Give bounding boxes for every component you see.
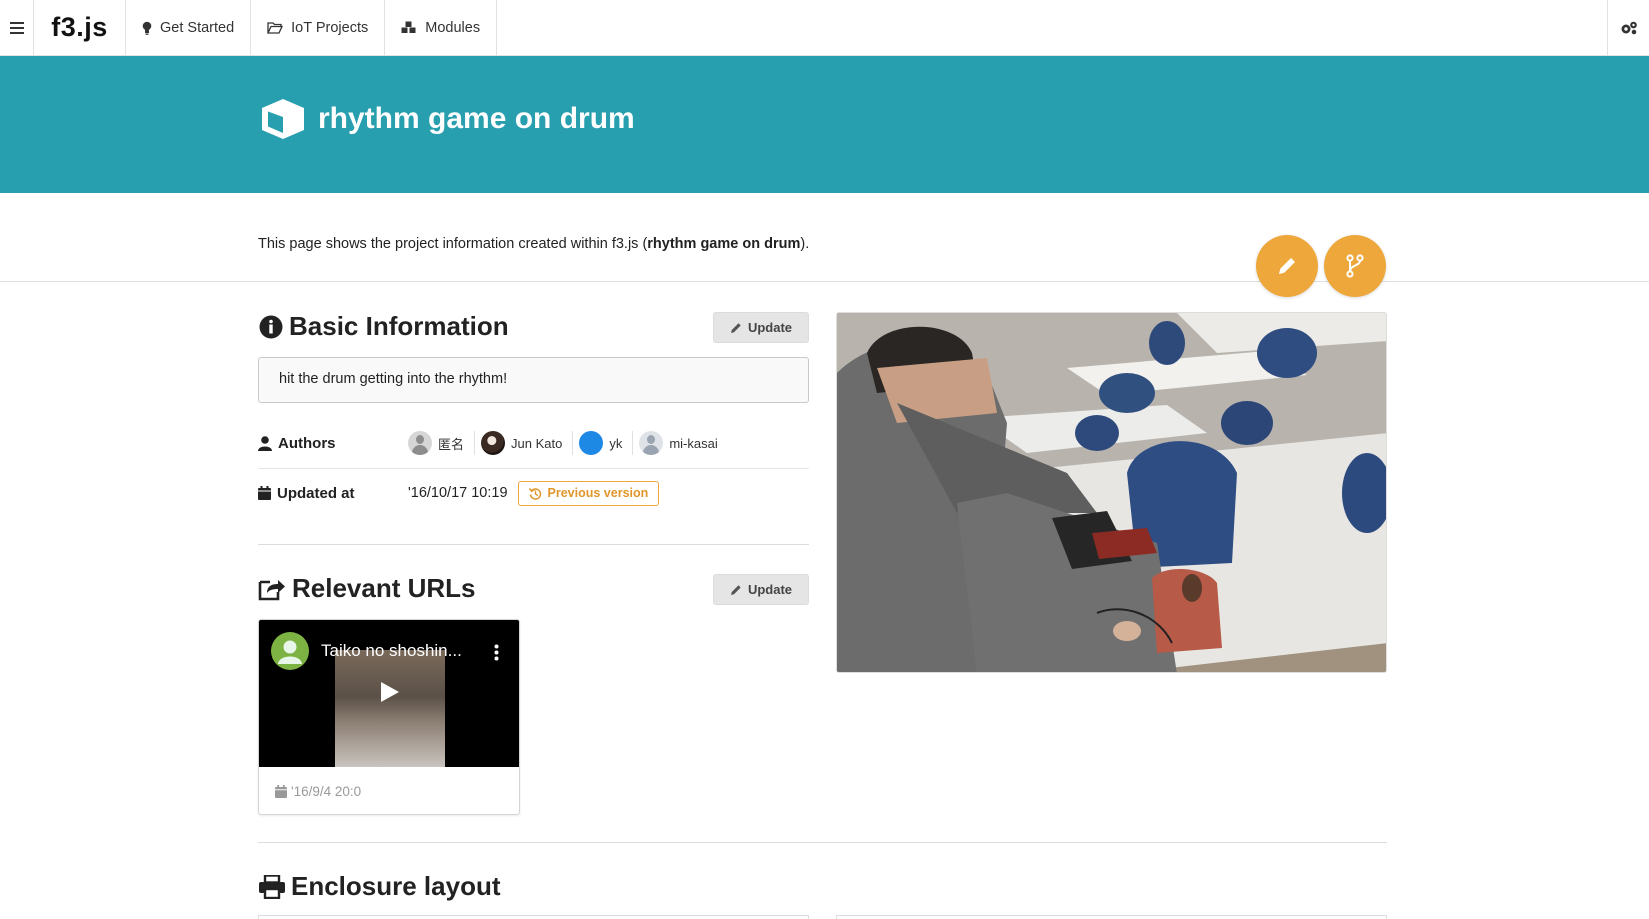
user-icon xyxy=(258,435,272,451)
enclosure-title: Enclosure layout xyxy=(291,871,501,901)
author-name: Jun Kato xyxy=(511,435,563,451)
relevant-urls-divider xyxy=(258,842,1387,843)
navbar-spacer xyxy=(497,0,1607,55)
code-fork-icon xyxy=(1346,254,1364,278)
authors-label: Authors xyxy=(258,435,408,452)
author-item[interactable]: 匿名 xyxy=(408,431,476,455)
basic-info-title: Basic Information xyxy=(289,311,509,341)
nav-modules[interactable]: Modules xyxy=(385,0,498,55)
author-name: mi-kasai xyxy=(669,435,718,451)
video-date: '16/9/4 20:0 xyxy=(275,784,361,799)
folder-open-icon xyxy=(267,21,284,34)
nav-get-started[interactable]: Get Started xyxy=(126,0,252,55)
previous-version-label: Previous version xyxy=(547,486,649,500)
relevant-urls-update-button[interactable]: Update xyxy=(713,574,809,605)
info-row-divider xyxy=(258,468,809,469)
avatar xyxy=(481,431,506,455)
nav-get-started-label: Get Started xyxy=(160,19,235,36)
avatar xyxy=(639,431,664,455)
authors-label-text: Authors xyxy=(278,434,336,452)
enclosure-heading: Enclosure layout xyxy=(259,871,501,902)
play-button[interactable] xyxy=(355,672,425,712)
project-description: hit the drum getting into the rhythm! xyxy=(258,357,809,403)
edit-project-button[interactable] xyxy=(1256,235,1318,297)
intro-project-name: rhythm game on drum xyxy=(647,236,801,252)
hamburger-menu-icon[interactable] xyxy=(0,0,34,55)
pencil-icon xyxy=(1279,258,1295,274)
lightbulb-icon xyxy=(142,21,152,35)
enclosure-panel-left xyxy=(258,915,809,919)
video-thumbnail[interactable]: Taiko no shoshin... xyxy=(259,620,519,767)
project-header-banner: rhythm game on drum xyxy=(0,56,1649,193)
pencil-icon xyxy=(730,322,741,333)
video-title[interactable]: Taiko no shoshin... xyxy=(321,641,462,661)
user-icon xyxy=(278,640,302,664)
relevant-urls-update-label: Update xyxy=(747,582,793,597)
updated-value: '16/10/17 10:19 xyxy=(408,485,508,501)
updated-label-text: Updated at xyxy=(277,484,355,502)
basic-info-heading: Basic Information xyxy=(259,311,509,342)
nav-modules-label: Modules xyxy=(425,19,481,36)
fork-project-button[interactable] xyxy=(1324,235,1386,297)
top-navbar: f3.js Get Started IoT Projects Modules xyxy=(0,0,1649,56)
author-item[interactable]: mi-kasai xyxy=(639,431,727,455)
cubes-icon xyxy=(401,21,416,33)
basic-info-update-button[interactable]: Update xyxy=(713,312,809,343)
project-photo[interactable] xyxy=(836,312,1387,673)
play-icon xyxy=(381,682,399,702)
page-title: rhythm game on drum xyxy=(318,102,635,135)
intro-divider xyxy=(0,281,1649,282)
basic-info-update-label: Update xyxy=(747,320,793,335)
info-circle-icon xyxy=(259,315,283,338)
authors-row: Authors 匿名 Jun Kato yk mi-kasai xyxy=(258,428,809,458)
author-name: 匿名 xyxy=(438,436,465,452)
history-icon xyxy=(528,487,541,500)
basic-info-divider xyxy=(258,544,809,545)
cube-icon xyxy=(262,99,304,139)
nav-iot-projects[interactable]: IoT Projects xyxy=(251,0,386,55)
channel-avatar[interactable] xyxy=(271,632,309,670)
authors-list: 匿名 Jun Kato yk mi-kasai xyxy=(408,431,734,455)
share-square-icon xyxy=(258,579,285,600)
calendar-icon xyxy=(275,785,287,798)
relevant-urls-title: Relevant URLs xyxy=(292,573,476,603)
intro-text: This page shows the project information … xyxy=(258,236,809,252)
author-item[interactable]: yk xyxy=(579,431,634,455)
project-photo-image xyxy=(837,313,1386,672)
video-card: Taiko no shoshin... '16/9/4 20:0 xyxy=(258,619,520,815)
gears-icon[interactable] xyxy=(1607,0,1649,55)
video-date-value: '16/9/4 20:0 xyxy=(291,784,362,799)
site-logo[interactable]: f3.js xyxy=(34,0,126,55)
enclosure-panel-right xyxy=(836,915,1387,919)
pencil-icon xyxy=(730,584,741,595)
intro-suffix: ). xyxy=(800,236,810,252)
previous-version-button[interactable]: Previous version xyxy=(517,480,660,506)
author-name: yk xyxy=(609,435,623,451)
intro-prefix: This page shows the project information … xyxy=(258,236,648,252)
more-vertical-icon[interactable] xyxy=(494,644,499,661)
author-item[interactable]: Jun Kato xyxy=(481,431,574,455)
avatar xyxy=(579,431,604,455)
calendar-icon xyxy=(258,486,271,500)
print-icon xyxy=(259,874,285,899)
updated-label: Updated at xyxy=(258,485,408,502)
updated-row: Updated at '16/10/17 10:19 Previous vers… xyxy=(258,478,809,508)
relevant-urls-heading: Relevant URLs xyxy=(258,573,476,604)
avatar xyxy=(408,431,432,455)
nav-iot-projects-label: IoT Projects xyxy=(291,19,369,36)
